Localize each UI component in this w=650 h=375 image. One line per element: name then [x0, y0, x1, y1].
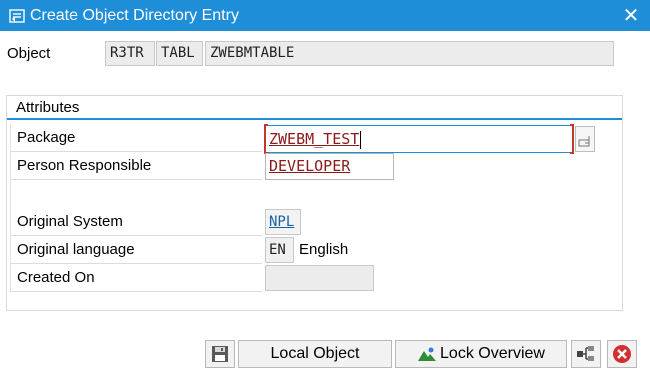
- value-help-button[interactable]: [575, 126, 595, 152]
- lock-overview-label: Lock Overview: [440, 345, 545, 362]
- original-system-label: Original System: [17, 213, 123, 230]
- local-object-button[interactable]: Local Object: [238, 340, 392, 368]
- save-button[interactable]: [205, 340, 235, 368]
- lock-overview-icon: [418, 347, 437, 361]
- original-system-field[interactable]: NPL: [265, 209, 301, 235]
- lock-overview-button[interactable]: Lock Overview: [395, 340, 567, 368]
- cancel-button[interactable]: [607, 340, 637, 368]
- window-title: Create Object Directory Entry: [30, 6, 239, 24]
- package-label: Package: [17, 129, 76, 146]
- attributes-header: Attributes: [7, 96, 622, 120]
- hierarchy-button[interactable]: [571, 340, 601, 368]
- row-separator: [10, 179, 262, 180]
- person-responsible-input[interactable]: DEVELOPER: [265, 153, 394, 180]
- person-responsible-label: Person Responsible: [17, 157, 152, 174]
- object-label: Object: [7, 45, 51, 62]
- object-pgmid-field: R3TR: [105, 41, 155, 66]
- window-app-icon: [9, 8, 25, 23]
- cancel-icon: [613, 345, 631, 363]
- required-marker: [570, 124, 574, 154]
- original-language-label: Original language: [17, 241, 135, 258]
- row-separator: [10, 263, 262, 264]
- row-separator: [10, 235, 262, 236]
- row-separator: [10, 151, 262, 152]
- package-value: ZWEBM_TEST: [269, 130, 360, 148]
- attributes-title: Attributes: [16, 99, 80, 116]
- original-language-field: EN: [265, 237, 294, 263]
- required-marker: [264, 124, 268, 154]
- save-icon: [212, 346, 228, 362]
- created-on-label: Created On: [17, 269, 95, 286]
- object-type-field: TABL: [156, 41, 203, 66]
- package-input[interactable]: ZWEBM_TEST: [264, 124, 574, 154]
- row-separator: [10, 124, 11, 292]
- text-cursor: [360, 130, 362, 149]
- value-help-icon: [578, 136, 590, 147]
- object-name-field: ZWEBMTABLE: [205, 41, 614, 66]
- row-separator: [10, 291, 262, 292]
- person-responsible-value: DEVELOPER: [269, 157, 351, 175]
- original-language-name: English: [299, 241, 349, 258]
- created-on-field: [265, 265, 374, 291]
- title-bar: Create Object Directory Entry ✕: [0, 0, 650, 31]
- hierarchy-icon: [577, 346, 594, 361]
- original-system-value: NPL: [269, 214, 295, 230]
- close-icon[interactable]: ✕: [622, 5, 640, 25]
